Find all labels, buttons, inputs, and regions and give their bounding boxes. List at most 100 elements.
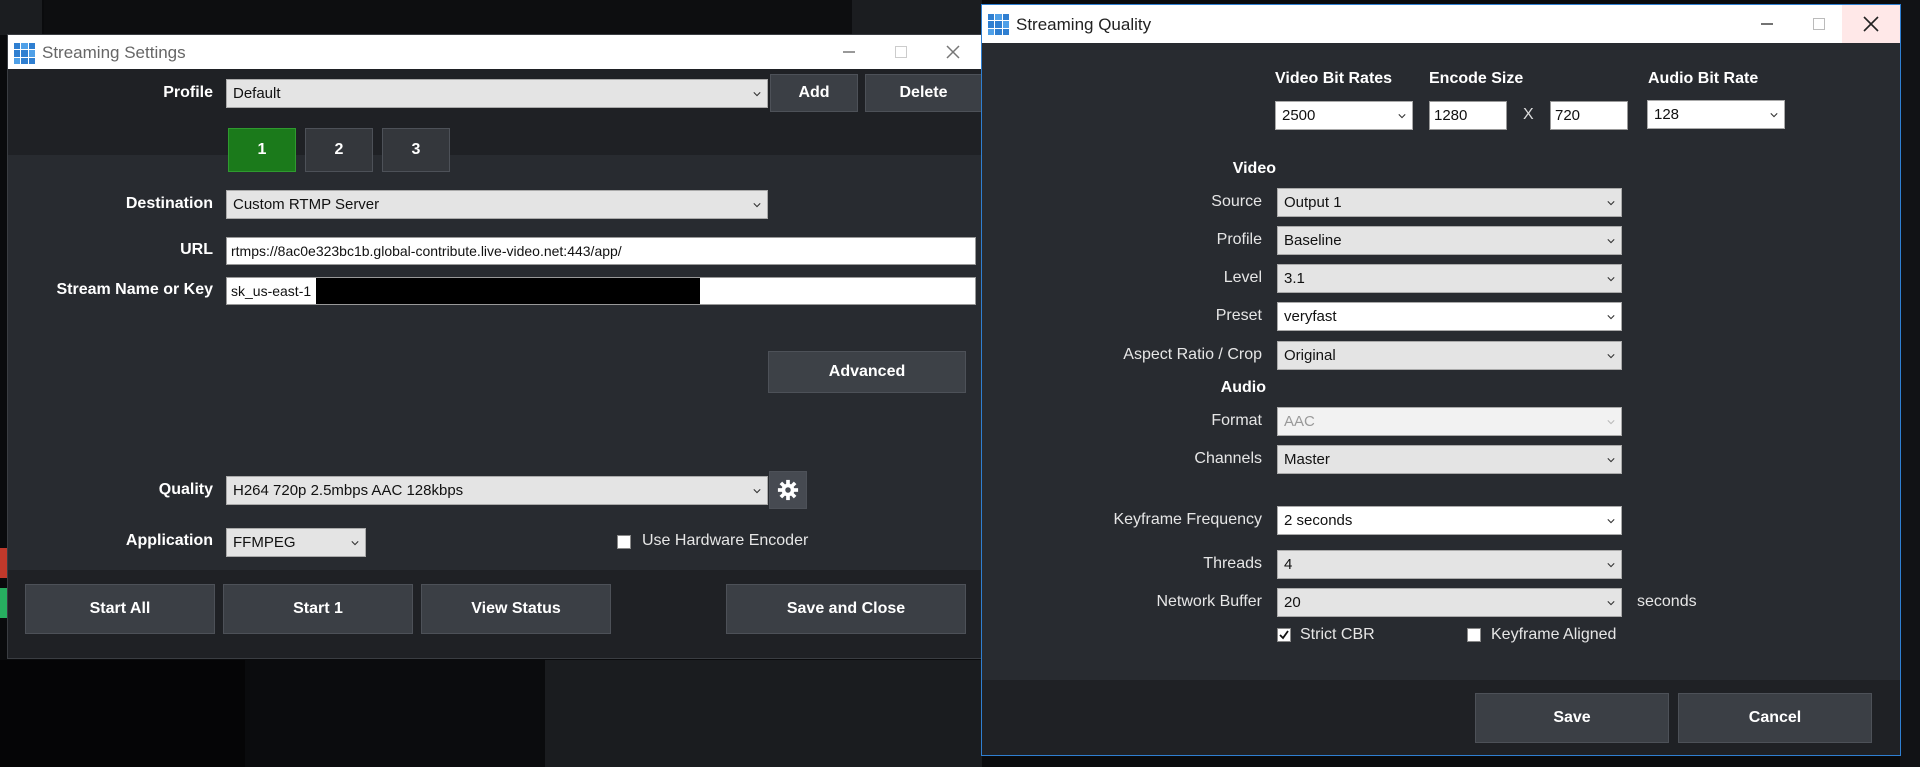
- destination-value: Custom RTMP Server: [233, 196, 380, 213]
- preset-value: veryfast: [1284, 308, 1337, 325]
- view-status-button[interactable]: View Status: [421, 584, 611, 634]
- add-profile-button[interactable]: Add: [770, 74, 858, 112]
- audio-bit-rate-value: 128: [1654, 106, 1680, 123]
- cancel-button[interactable]: Cancel: [1678, 693, 1872, 743]
- aspect-ratio-select[interactable]: Original: [1277, 341, 1622, 370]
- tab-1[interactable]: 1: [228, 128, 296, 172]
- preset-label: Preset: [1215, 307, 1262, 324]
- keyframe-frequency-label: Keyframe Frequency: [1113, 511, 1262, 528]
- chevron-down-icon: [1607, 200, 1615, 205]
- source-select[interactable]: Output 1: [1277, 188, 1622, 217]
- hardware-encoder-checkbox[interactable]: [617, 535, 631, 549]
- maximize-icon[interactable]: [1796, 5, 1842, 43]
- source-value: Output 1: [1284, 194, 1342, 211]
- app-grid-icon: [988, 14, 1009, 35]
- video-profile-value: Baseline: [1284, 232, 1342, 249]
- save-and-close-button[interactable]: Save and Close: [726, 584, 966, 634]
- network-buffer-value: 20: [1284, 594, 1301, 611]
- channels-value: Master: [1284, 451, 1330, 468]
- quality-titlebar: Streaming Quality: [982, 5, 1900, 43]
- settings-titlebar: Streaming Settings: [8, 35, 982, 69]
- destination-select[interactable]: Custom RTMP Server: [226, 190, 768, 219]
- window-title: Streaming Settings: [42, 43, 186, 62]
- chevron-down-icon: [351, 540, 359, 545]
- chevron-down-icon: [753, 488, 761, 493]
- threads-select[interactable]: 4: [1277, 550, 1622, 579]
- redacted-block: [316, 278, 700, 304]
- maximize-icon[interactable]: [878, 35, 924, 69]
- streaming-quality-window: Streaming Quality Video Bit Rates Encode…: [982, 5, 1900, 755]
- url-input[interactable]: rtmps://8ac0e323bc1b.global-contribute.l…: [226, 237, 976, 265]
- profile-value: Default: [233, 85, 281, 102]
- checkmark-icon: [1279, 630, 1289, 640]
- threads-value: 4: [1284, 556, 1293, 573]
- keyframe-aligned-label: Keyframe Aligned: [1491, 626, 1617, 643]
- minimize-icon[interactable]: [1744, 5, 1790, 43]
- delete-profile-button[interactable]: Delete: [865, 74, 982, 112]
- destination-label: Destination: [125, 195, 213, 212]
- chevron-down-icon: [1607, 457, 1615, 462]
- application-select[interactable]: FFMPEG: [226, 528, 366, 557]
- background-tag: [0, 548, 8, 578]
- format-select: AAC: [1277, 407, 1622, 436]
- window-title: Streaming Quality: [1016, 15, 1152, 34]
- background-panel: [545, 660, 982, 767]
- streaming-settings-window: Streaming Settings Profile Default Add D…: [8, 35, 982, 658]
- profile-select[interactable]: Default: [226, 79, 768, 108]
- video-section-header: Video: [1232, 160, 1276, 177]
- hardware-encoder-label: Use Hardware Encoder: [642, 532, 809, 549]
- source-label: Source: [1211, 193, 1262, 210]
- chevron-down-icon: [753, 91, 761, 96]
- quality-settings-button[interactable]: [769, 471, 807, 509]
- chevron-down-icon: [1607, 518, 1615, 523]
- background-panel: [44, 0, 852, 35]
- start-all-button[interactable]: Start All: [25, 584, 215, 634]
- level-label: Level: [1223, 269, 1262, 286]
- channels-select[interactable]: Master: [1277, 445, 1622, 474]
- keyframe-frequency-select[interactable]: 2 seconds: [1277, 506, 1622, 535]
- encode-height-input[interactable]: 720: [1550, 101, 1628, 130]
- keyframe-frequency-value: 2 seconds: [1284, 512, 1353, 529]
- advanced-button[interactable]: Advanced: [768, 351, 966, 393]
- stream-key-value: sk_us-east-1: [231, 283, 312, 299]
- gear-icon: [777, 479, 799, 501]
- video-bit-rate-select[interactable]: 2500: [1275, 101, 1413, 130]
- video-profile-label: Profile: [1216, 231, 1262, 248]
- background-panel: [250, 660, 540, 767]
- quality-select[interactable]: H264 720p 2.5mbps AAC 128kbps: [226, 476, 768, 505]
- background-panel: [0, 660, 245, 767]
- preset-select[interactable]: veryfast: [1277, 302, 1622, 331]
- network-buffer-unit: seconds: [1637, 593, 1697, 610]
- application-label: Application: [125, 532, 213, 549]
- video-bit-rates-label: Video Bit Rates: [1275, 70, 1393, 87]
- chevron-down-icon: [1607, 600, 1615, 605]
- application-value: FFMPEG: [233, 534, 296, 551]
- close-icon[interactable]: [1842, 5, 1900, 43]
- audio-bit-rate-select[interactable]: 128: [1647, 100, 1785, 129]
- url-label: URL: [180, 241, 213, 258]
- tab-3[interactable]: 3: [382, 128, 450, 172]
- encode-size-label: Encode Size: [1429, 70, 1524, 87]
- network-buffer-select[interactable]: 20: [1277, 588, 1622, 617]
- save-button[interactable]: Save: [1475, 693, 1669, 743]
- tab-2[interactable]: 2: [305, 128, 373, 172]
- encode-size-separator: X: [1523, 106, 1534, 123]
- chevron-down-icon: [1607, 314, 1615, 319]
- start-1-button[interactable]: Start 1: [223, 584, 413, 634]
- format-value: AAC: [1284, 413, 1315, 430]
- stream-key-label: Stream Name or Key: [56, 281, 213, 298]
- quality-value: H264 720p 2.5mbps AAC 128kbps: [233, 482, 464, 499]
- close-icon[interactable]: [930, 35, 976, 69]
- strict-cbr-checkbox[interactable]: [1277, 628, 1291, 642]
- video-profile-select[interactable]: Baseline: [1277, 226, 1622, 255]
- quality-label: Quality: [158, 481, 213, 498]
- audio-bit-rate-label: Audio Bit Rate: [1648, 70, 1759, 87]
- level-select[interactable]: 3.1: [1277, 264, 1622, 293]
- audio-section-header: Audio: [1220, 379, 1266, 396]
- network-buffer-label: Network Buffer: [1156, 593, 1262, 610]
- background-panel: [852, 0, 982, 35]
- minimize-icon[interactable]: [826, 35, 872, 69]
- level-value: 3.1: [1284, 270, 1305, 287]
- keyframe-aligned-checkbox[interactable]: [1467, 628, 1481, 642]
- encode-width-input[interactable]: 1280: [1429, 101, 1507, 130]
